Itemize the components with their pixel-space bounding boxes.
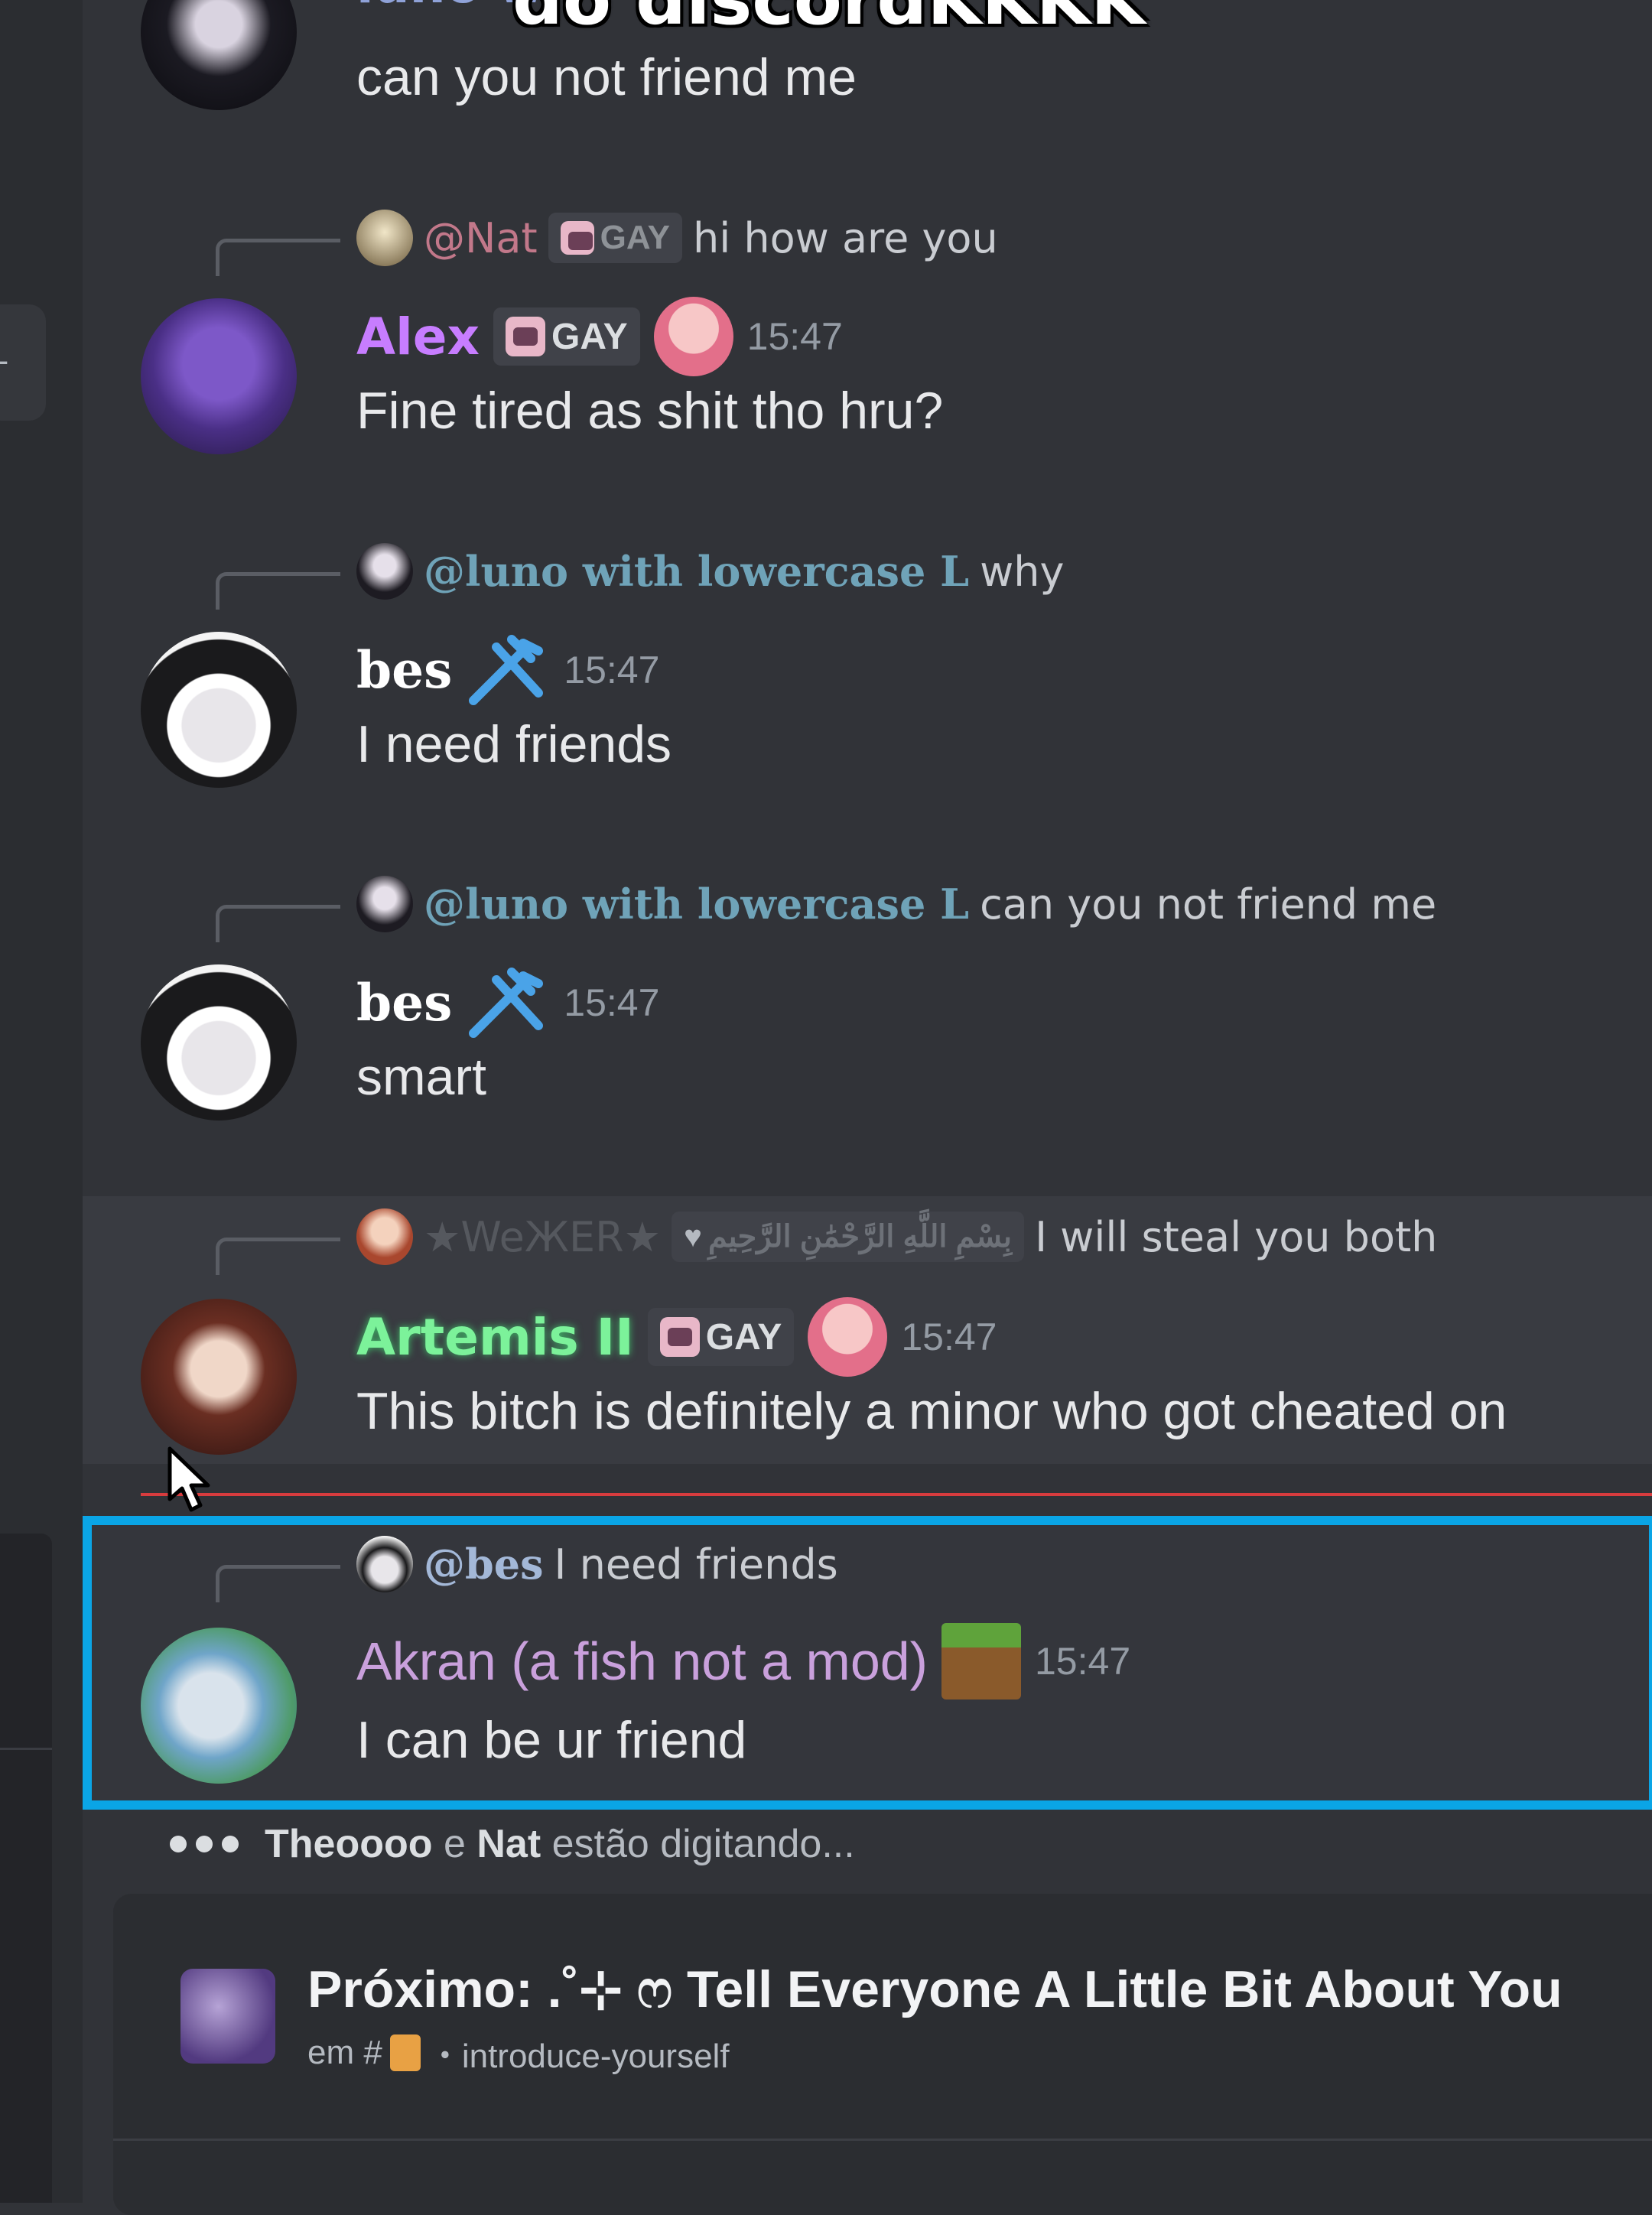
reply-text: why xyxy=(980,547,1065,596)
mouse-cursor-icon xyxy=(167,1446,210,1512)
cat-icon xyxy=(659,1317,700,1357)
reply-text: I need friends xyxy=(554,1540,838,1589)
anime-girl-emoji-icon xyxy=(653,297,733,376)
divider xyxy=(0,1748,52,1750)
server-icon xyxy=(180,1969,275,2064)
avatar[interactable] xyxy=(141,1628,297,1784)
anime-girl-emoji-icon xyxy=(808,1297,888,1377)
timestamp: 15:47 xyxy=(564,981,660,1024)
role-tag: GAY xyxy=(548,213,682,263)
reply-username: @Nat xyxy=(424,213,538,262)
avatar xyxy=(356,1536,413,1592)
message-item: @luno with lowercase L why bes 15:47 I n… xyxy=(83,542,1652,802)
message-text: I need friends xyxy=(356,715,672,773)
tools-icon xyxy=(469,635,544,705)
reply-preview[interactable]: @luno with lowercase L why xyxy=(356,543,1064,600)
message-text: I can be ur friend xyxy=(356,1711,747,1769)
channel-panel-edge xyxy=(0,1534,52,2203)
reply-username: @luno with lowercase L xyxy=(424,880,970,929)
reply-connector xyxy=(216,905,340,942)
username[interactable]: Akran (a fish not a mod) xyxy=(356,1631,928,1692)
tools-icon xyxy=(469,968,544,1038)
heart-icon: ♥ xyxy=(684,1219,702,1254)
add-server-button[interactable]: + xyxy=(0,304,46,421)
message-item: @luno with lowercase L can you not frien… xyxy=(83,874,1652,1134)
next-channel-title[interactable]: Próximo: .˚⊹ ෆ Tell Everyone A Little Bi… xyxy=(307,1960,1563,2021)
timestamp: 15:47 xyxy=(564,649,660,691)
username[interactable]: Artemis II xyxy=(356,1308,634,1367)
reply-preview[interactable]: ★WeЖER★ ♥ بِسْمِ اللَّهِ الرَّحْمَٰنِ الر… xyxy=(356,1208,1437,1265)
avatar xyxy=(356,876,413,932)
timestamp: 15:47 xyxy=(746,315,843,358)
video-caption: do discordKKKK xyxy=(512,0,1145,41)
next-channel-prompt[interactable]: Próximo: .˚⊹ ෆ Tell Everyone A Little Bi… xyxy=(113,1894,1652,2141)
message-composer: Próximo: .˚⊹ ෆ Tell Everyone A Little Bi… xyxy=(113,1894,1652,2215)
message-item: @bes I need friends Akran (a fish not a … xyxy=(83,1530,1652,1805)
message-text: This bitch is definitely a minor who got… xyxy=(356,1382,1507,1440)
message-item: ★WeЖER★ ♥ بِسْمِ اللَّهِ الرَّحْمَٰنِ الر… xyxy=(83,1196,1652,1464)
channel-name[interactable]: ・introduce-yourself xyxy=(428,2028,730,2077)
reply-username: @bes xyxy=(424,1540,544,1589)
avatar[interactable] xyxy=(141,0,297,110)
grass-block-icon xyxy=(941,1623,1021,1699)
avatar[interactable] xyxy=(141,964,297,1121)
avatar xyxy=(356,210,413,266)
next-channel-path: em # ・introduce-yourself xyxy=(307,2028,730,2077)
message-text: can you not friend me xyxy=(356,48,857,106)
plus-icon: + xyxy=(0,345,11,380)
typing-indicator: Theoooo e Nat estão digitando... xyxy=(170,1819,855,1869)
reply-text: I will steal you both xyxy=(1035,1212,1438,1261)
message-list: luno w can you not friend me @Nat GAY hi… xyxy=(83,0,1652,2215)
reply-preview[interactable]: @Nat GAY hi how are you xyxy=(356,210,998,266)
message-text: smart xyxy=(356,1048,486,1106)
reply-text: can you not friend me xyxy=(980,880,1437,929)
avatar[interactable] xyxy=(141,632,297,788)
cat-icon xyxy=(560,221,594,255)
username[interactable]: bes xyxy=(356,973,452,1033)
reply-username: ★WeЖER★ xyxy=(424,1212,662,1261)
reply-username: @luno with lowercase L xyxy=(424,547,970,596)
reply-connector xyxy=(216,1565,340,1602)
role-tag: GAY xyxy=(493,307,640,366)
typing-text: Theoooo e Nat estão digitando... xyxy=(265,1822,855,1866)
role-tag: ♥ بِسْمِ اللَّهِ الرَّحْمَٰنِ الرَّحِيمِ xyxy=(672,1212,1025,1262)
reply-connector xyxy=(216,1238,340,1275)
avatar xyxy=(356,1208,413,1265)
avatar[interactable] xyxy=(141,1299,297,1455)
new-messages-divider xyxy=(141,1493,1652,1496)
typing-dots-icon xyxy=(170,1836,239,1852)
username[interactable]: bes xyxy=(356,640,452,700)
reply-connector xyxy=(216,572,340,610)
reply-connector xyxy=(216,239,340,276)
message-item: @Nat GAY hi how are you Alex GAY 15:47 F… xyxy=(83,208,1652,468)
timestamp: 15:47 xyxy=(901,1316,997,1358)
server-sidebar: + xyxy=(0,0,83,2203)
timestamp: 15:47 xyxy=(1035,1640,1131,1683)
reply-text: hi how are you xyxy=(692,213,998,262)
scroll-icon xyxy=(389,2034,421,2071)
message-text: Fine tired as shit tho hru? xyxy=(356,382,944,440)
role-tag: GAY xyxy=(647,1308,795,1366)
username[interactable]: Alex xyxy=(356,307,480,366)
avatar xyxy=(356,543,413,600)
reply-preview[interactable]: @luno with lowercase L can you not frien… xyxy=(356,876,1436,932)
reply-preview[interactable]: @bes I need friends xyxy=(356,1536,838,1592)
avatar[interactable] xyxy=(141,298,297,454)
cat-icon xyxy=(506,317,546,356)
